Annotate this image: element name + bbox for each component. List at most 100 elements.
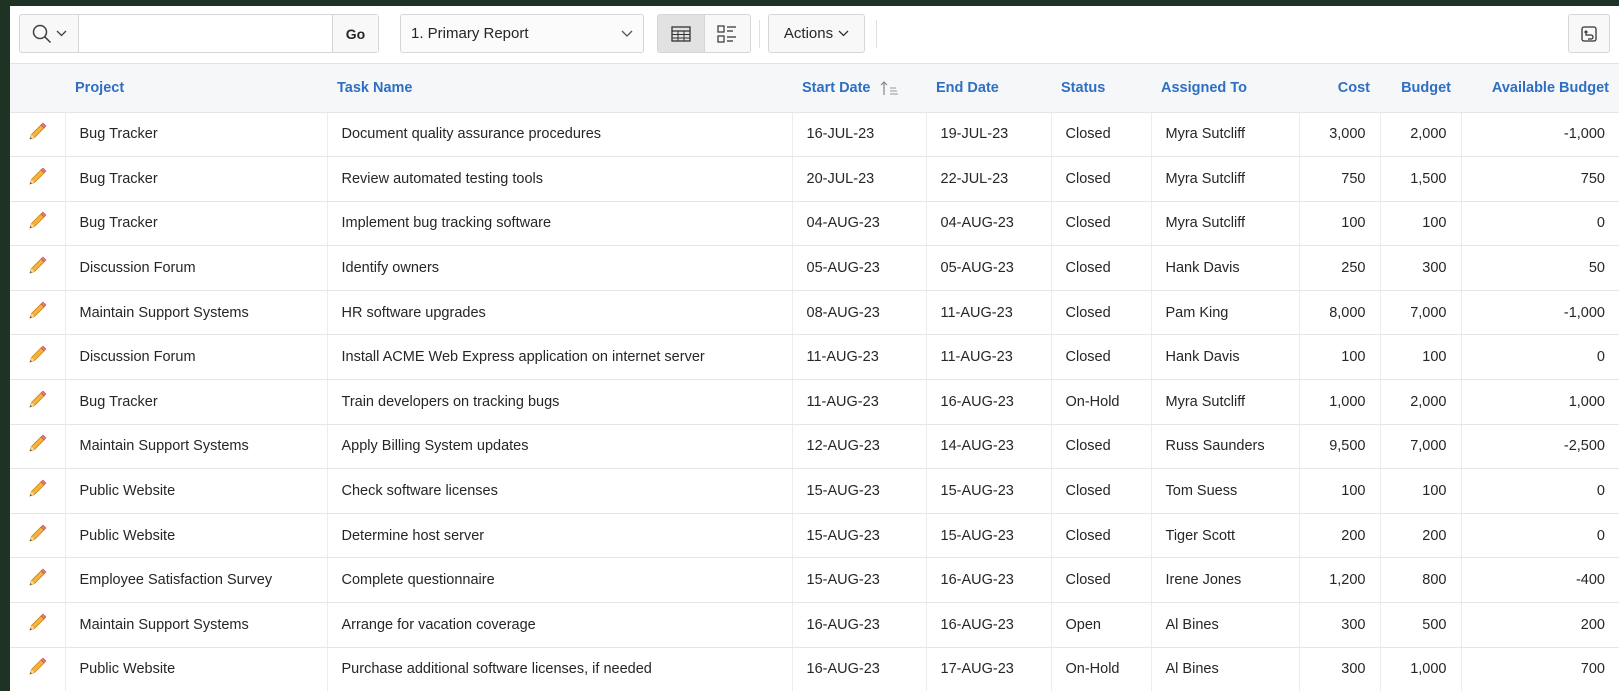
edit-row-button[interactable]	[10, 647, 66, 691]
actions-button[interactable]: Actions	[768, 14, 865, 53]
cell-task-name: Document quality assurance procedures	[327, 112, 793, 158]
cell-project: Discussion Forum	[65, 334, 328, 381]
cell-task-name: Review automated testing tools	[327, 156, 793, 202]
cell-start-date: 05-AUG-23	[792, 245, 927, 291]
edit-row-button[interactable]	[10, 513, 66, 559]
table-row: Maintain Support Systems Apply Billing Sy…	[10, 424, 1619, 470]
cell-cost: 100	[1299, 468, 1381, 514]
cell-cost: 300	[1299, 647, 1381, 691]
cell-end-date: 11-AUG-23	[926, 334, 1052, 381]
edit-row-button[interactable]	[10, 379, 66, 425]
grid-view-icon	[671, 25, 691, 42]
reset-icon	[1581, 25, 1597, 42]
pencil-icon	[26, 479, 48, 504]
cell-cost: 250	[1299, 245, 1381, 291]
detail-view-button[interactable]	[703, 15, 750, 52]
cell-project: Maintain Support Systems	[65, 602, 328, 648]
cell-task-name: Purchase additional software licenses, i…	[327, 647, 793, 691]
cell-budget: 800	[1380, 557, 1462, 604]
cell-task-name: Identify owners	[327, 245, 793, 291]
cell-end-date: 22-JUL-23	[926, 156, 1052, 202]
edit-row-button[interactable]	[10, 557, 66, 604]
edit-row-button[interactable]	[10, 334, 66, 381]
column-header-project[interactable]: Project	[65, 64, 327, 113]
pencil-icon	[26, 256, 48, 281]
edit-row-button[interactable]	[10, 156, 66, 202]
actions-label: Actions	[783, 25, 834, 42]
edit-row-button[interactable]	[10, 290, 66, 336]
cell-status: Closed	[1051, 290, 1152, 336]
cell-budget: 7,000	[1380, 290, 1462, 336]
chevron-down-icon	[838, 30, 849, 37]
cell-budget: 1,000	[1380, 647, 1462, 691]
cell-end-date: 05-AUG-23	[926, 245, 1052, 291]
header-row: Project Task Name Start Date End Date St…	[10, 64, 1619, 113]
cell-start-date: 12-AUG-23	[792, 424, 927, 470]
column-header-available-budget[interactable]: Available Budget	[1461, 64, 1619, 113]
cell-cost: 1,000	[1299, 379, 1381, 425]
cell-project: Bug Tracker	[65, 156, 328, 202]
report-select[interactable]: 1. Primary Report	[400, 14, 644, 53]
chevron-down-icon	[621, 30, 633, 37]
cell-end-date: 15-AUG-23	[926, 513, 1052, 559]
cell-project: Discussion Forum	[65, 245, 328, 291]
cell-start-date: 11-AUG-23	[792, 334, 927, 381]
edit-row-button[interactable]	[10, 112, 66, 158]
cell-available-budget: 0	[1461, 468, 1619, 514]
cell-cost: 3,000	[1299, 112, 1381, 158]
cell-available-budget: 0	[1461, 201, 1619, 247]
table-row: Public Website Check software licenses 15-…	[10, 468, 1619, 514]
edit-row-button[interactable]	[10, 201, 66, 247]
cell-project: Bug Tracker	[65, 112, 328, 158]
cell-status: Closed	[1051, 424, 1152, 470]
cell-assigned-to: Myra Sutcliff	[1151, 201, 1300, 247]
column-header-edit	[10, 64, 65, 113]
cell-budget: 2,000	[1380, 112, 1462, 158]
pencil-icon	[26, 524, 48, 549]
search-column-menu-button[interactable]	[20, 15, 79, 52]
column-header-status[interactable]: Status	[1051, 64, 1151, 113]
cell-status: Closed	[1051, 201, 1152, 247]
cell-project: Maintain Support Systems	[65, 290, 328, 336]
column-header-end-date[interactable]: End Date	[926, 64, 1051, 113]
cell-end-date: 16-AUG-23	[926, 602, 1052, 648]
cell-task-name: Implement bug tracking software	[327, 201, 793, 247]
reset-button[interactable]	[1568, 14, 1610, 53]
cell-assigned-to: Myra Sutcliff	[1151, 112, 1300, 158]
cell-task-name: Determine host server	[327, 513, 793, 559]
cell-available-budget: -400	[1461, 557, 1619, 604]
cell-start-date: 16-AUG-23	[792, 647, 927, 691]
column-header-cost[interactable]: Cost	[1299, 64, 1380, 113]
pencil-icon	[26, 613, 48, 638]
column-header-start-date[interactable]: Start Date	[792, 64, 926, 113]
table-row: Bug Tracker Document quality assurance pr…	[10, 112, 1619, 158]
cell-start-date: 15-AUG-23	[792, 468, 927, 514]
edit-row-button[interactable]	[10, 424, 66, 470]
cell-cost: 200	[1299, 513, 1381, 559]
cell-end-date: 15-AUG-23	[926, 468, 1052, 514]
cell-task-name: Arrange for vacation coverage	[327, 602, 793, 648]
cell-assigned-to: Tiger Scott	[1151, 513, 1300, 559]
column-header-assigned-to[interactable]: Assigned To	[1151, 64, 1299, 113]
pencil-icon	[26, 345, 48, 370]
sort-ascending-icon	[880, 80, 898, 95]
pencil-icon	[26, 390, 48, 415]
search-input[interactable]	[79, 15, 332, 52]
table-row: Bug Tracker Train developers on tracking …	[10, 379, 1619, 425]
column-header-task-name[interactable]: Task Name	[327, 64, 792, 113]
column-header-budget[interactable]: Budget	[1380, 64, 1461, 113]
cell-end-date: 14-AUG-23	[926, 424, 1052, 470]
cell-end-date: 19-JUL-23	[926, 112, 1052, 158]
grid-view-button[interactable]	[658, 15, 704, 52]
edit-row-button[interactable]	[10, 245, 66, 291]
go-button[interactable]: Go	[332, 15, 378, 52]
cell-start-date: 15-AUG-23	[792, 513, 927, 559]
edit-row-button[interactable]	[10, 602, 66, 648]
cell-available-budget: 200	[1461, 602, 1619, 648]
cell-status: Closed	[1051, 156, 1152, 202]
cell-assigned-to: Hank Davis	[1151, 334, 1300, 381]
cell-available-budget: 750	[1461, 156, 1619, 202]
edit-row-button[interactable]	[10, 468, 66, 514]
cell-budget: 1,500	[1380, 156, 1462, 202]
search-bar: Go	[19, 14, 379, 53]
